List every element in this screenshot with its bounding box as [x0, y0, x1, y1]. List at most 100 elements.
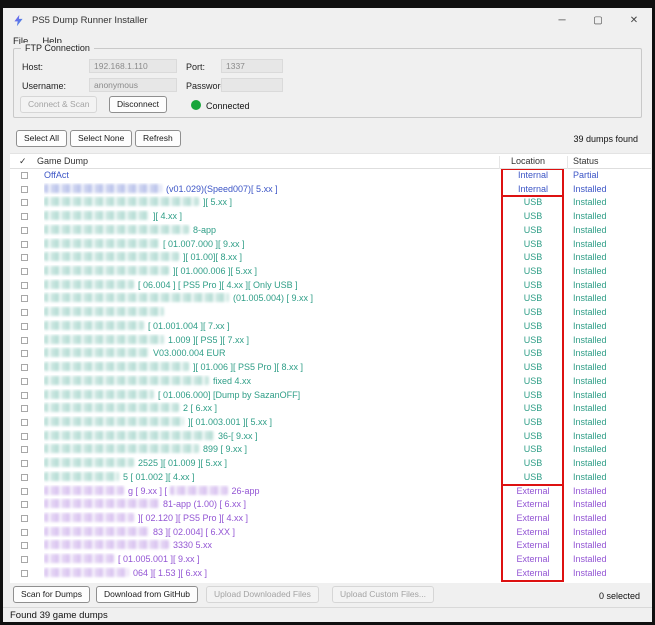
row-checkbox[interactable] [21, 227, 28, 234]
table-row[interactable]: 2 [ 6.xx ]USBInstalled [10, 402, 651, 416]
table-row[interactable]: ][ 01.00][ 8.xx ]USBInstalled [10, 251, 651, 265]
username-input[interactable]: anonymous [89, 78, 177, 92]
table-row[interactable]: 81-app (1.00) [ 6.xx ]ExternalInstalled [10, 498, 651, 512]
table-row[interactable]: 8-appUSBInstalled [10, 224, 651, 238]
game-dump-name: (v01.029)(Speed007)[ 5.xx ] [44, 183, 474, 197]
host-input[interactable]: 192.168.1.110 [89, 59, 177, 73]
upload-downloaded-files-button[interactable]: Upload Downloaded Files [206, 586, 319, 603]
row-checkbox[interactable] [21, 488, 28, 495]
location-cell: USB [505, 375, 561, 389]
table-row[interactable]: [ 01.005.001 ][ 9.xx ]ExternalInstalled [10, 553, 651, 567]
row-checkbox[interactable] [21, 433, 28, 440]
row-checkbox[interactable] [21, 419, 28, 426]
row-checkbox[interactable] [21, 378, 28, 385]
close-button[interactable]: ✕ [616, 8, 652, 32]
download-from-github-button[interactable]: Download from GitHub [96, 586, 198, 603]
row-checkbox[interactable] [21, 570, 28, 577]
redacted-name-blur [44, 280, 134, 289]
row-checkbox[interactable] [21, 542, 28, 549]
table-row[interactable]: [ 01.006.000] [Dump by SazanOFF]USBInsta… [10, 389, 651, 403]
row-checkbox[interactable] [21, 323, 28, 330]
table-row[interactable]: 1.009 ][ PS5 ][ 7.xx ]USBInstalled [10, 334, 651, 348]
status-cell: Installed [573, 539, 607, 553]
table-row[interactable]: [ 01.007.000 ][ 9.xx ]USBInstalled [10, 238, 651, 252]
table-row[interactable]: 899 [ 9.xx ]USBInstalled [10, 443, 651, 457]
select-none-button[interactable]: Select None [70, 130, 132, 147]
row-checkbox[interactable] [21, 529, 28, 536]
row-checkbox[interactable] [21, 501, 28, 508]
status-cell: Installed [573, 471, 607, 485]
row-checkbox[interactable] [21, 446, 28, 453]
select-all-button[interactable]: Select All [16, 130, 67, 147]
table-row[interactable]: 5 [ 01.002 ][ 4.xx ]USBInstalled [10, 471, 651, 485]
table-row[interactable]: g [ 9.xx ] [ 26-appExternalInstalled [10, 485, 651, 499]
port-input[interactable]: 1337 [221, 59, 283, 73]
table-row[interactable]: 83 ][ 02.004] [ 6.XX ]ExternalInstalled [10, 526, 651, 540]
table-row[interactable]: V03.000.004 EURUSBInstalled [10, 347, 651, 361]
upload-custom-files-button[interactable]: Upload Custom Files... [332, 586, 434, 603]
table-row[interactable]: [ 01.001.004 ][ 7.xx ]USBInstalled [10, 320, 651, 334]
row-checkbox[interactable] [21, 364, 28, 371]
row-checkbox[interactable] [21, 282, 28, 289]
row-checkbox[interactable] [21, 186, 28, 193]
table-row[interactable]: 2525 ][ 01.009 ][ 5.xx ]USBInstalled [10, 457, 651, 471]
status-cell: Installed [573, 375, 607, 389]
minimize-button[interactable]: ─ [544, 8, 580, 32]
row-checkbox[interactable] [21, 392, 28, 399]
row-checkbox[interactable] [21, 213, 28, 220]
row-checkbox[interactable] [21, 337, 28, 344]
table-row[interactable]: USBInstalled [10, 306, 651, 320]
scan-for-dumps-button[interactable]: Scan for Dumps [13, 586, 90, 603]
header-select-check[interactable]: ✓ [19, 156, 27, 167]
table-row[interactable]: ][ 01.006 ][ PS5 Pro ][ 8.xx ]USBInstall… [10, 361, 651, 375]
table-row[interactable]: ][ 01.003.001 ][ 5.xx ]USBInstalled [10, 416, 651, 430]
redacted-name-blur [44, 293, 229, 302]
table-row[interactable]: 3330 5.xxExternalInstalled [10, 539, 651, 553]
location-cell: USB [505, 334, 561, 348]
table-row[interactable]: fixed 4.xxUSBInstalled [10, 375, 651, 389]
header-location[interactable]: Location [511, 156, 545, 166]
refresh-button[interactable]: Refresh [135, 130, 181, 147]
location-cell: USB [505, 224, 561, 238]
table-row[interactable]: ][ 5.xx ]USBInstalled [10, 196, 651, 210]
table-row[interactable]: ][ 01.000.006 ][ 5.xx ]USBInstalled [10, 265, 651, 279]
game-dump-name: 83 ][ 02.004] [ 6.XX ] [44, 526, 474, 540]
row-checkbox[interactable] [21, 405, 28, 412]
port-label: Port: [186, 62, 205, 72]
game-dump-name [44, 306, 474, 320]
row-checkbox[interactable] [21, 460, 28, 467]
game-dump-name: [ 01.006.000] [Dump by SazanOFF] [44, 389, 474, 403]
table-row[interactable]: (v01.029)(Speed007)[ 5.xx ]InternalInsta… [10, 183, 651, 197]
row-checkbox[interactable] [21, 172, 28, 179]
table-row[interactable]: [ 06.004 ] [ PS5 Pro ][ 4.xx ][ Only USB… [10, 279, 651, 293]
row-checkbox[interactable] [21, 556, 28, 563]
location-cell: USB [505, 430, 561, 444]
password-input[interactable] [221, 78, 283, 92]
table-row[interactable]: 36-[ 9.xx ]USBInstalled [10, 430, 651, 444]
disconnect-button[interactable]: Disconnect [109, 96, 167, 113]
header-game-dump[interactable]: Game Dump [37, 156, 88, 166]
row-checkbox[interactable] [21, 309, 28, 316]
table-row[interactable]: (01.005.004) [ 9.xx ]USBInstalled [10, 292, 651, 306]
redacted-name-blur [44, 225, 189, 234]
table-row[interactable]: ][ 4.xx ]USBInstalled [10, 210, 651, 224]
row-checkbox[interactable] [21, 268, 28, 275]
table-row[interactable]: ][ 02.120 ][ PS5 Pro ][ 4.xx ]ExternalIn… [10, 512, 651, 526]
table-row[interactable]: OffActInternalPartial [10, 169, 651, 183]
maximize-button[interactable]: ▢ [580, 8, 616, 32]
status-cell: Installed [573, 389, 607, 403]
status-cell: Installed [573, 402, 607, 416]
connect-scan-button[interactable]: Connect & Scan [20, 96, 97, 113]
header-status[interactable]: Status [573, 156, 599, 166]
row-checkbox[interactable] [21, 474, 28, 481]
table-row[interactable]: 064 ][ 1.53 ][ 6.xx ]ExternalInstalled [10, 567, 651, 581]
row-checkbox[interactable] [21, 350, 28, 357]
row-checkbox[interactable] [21, 295, 28, 302]
row-checkbox[interactable] [21, 515, 28, 522]
row-checkbox[interactable] [21, 254, 28, 261]
row-checkbox[interactable] [21, 199, 28, 206]
status-cell: Installed [573, 526, 607, 540]
row-checkbox[interactable] [21, 241, 28, 248]
host-label: Host: [22, 62, 43, 72]
game-dump-name-text: 2 [ 6.xx ] [183, 403, 217, 413]
